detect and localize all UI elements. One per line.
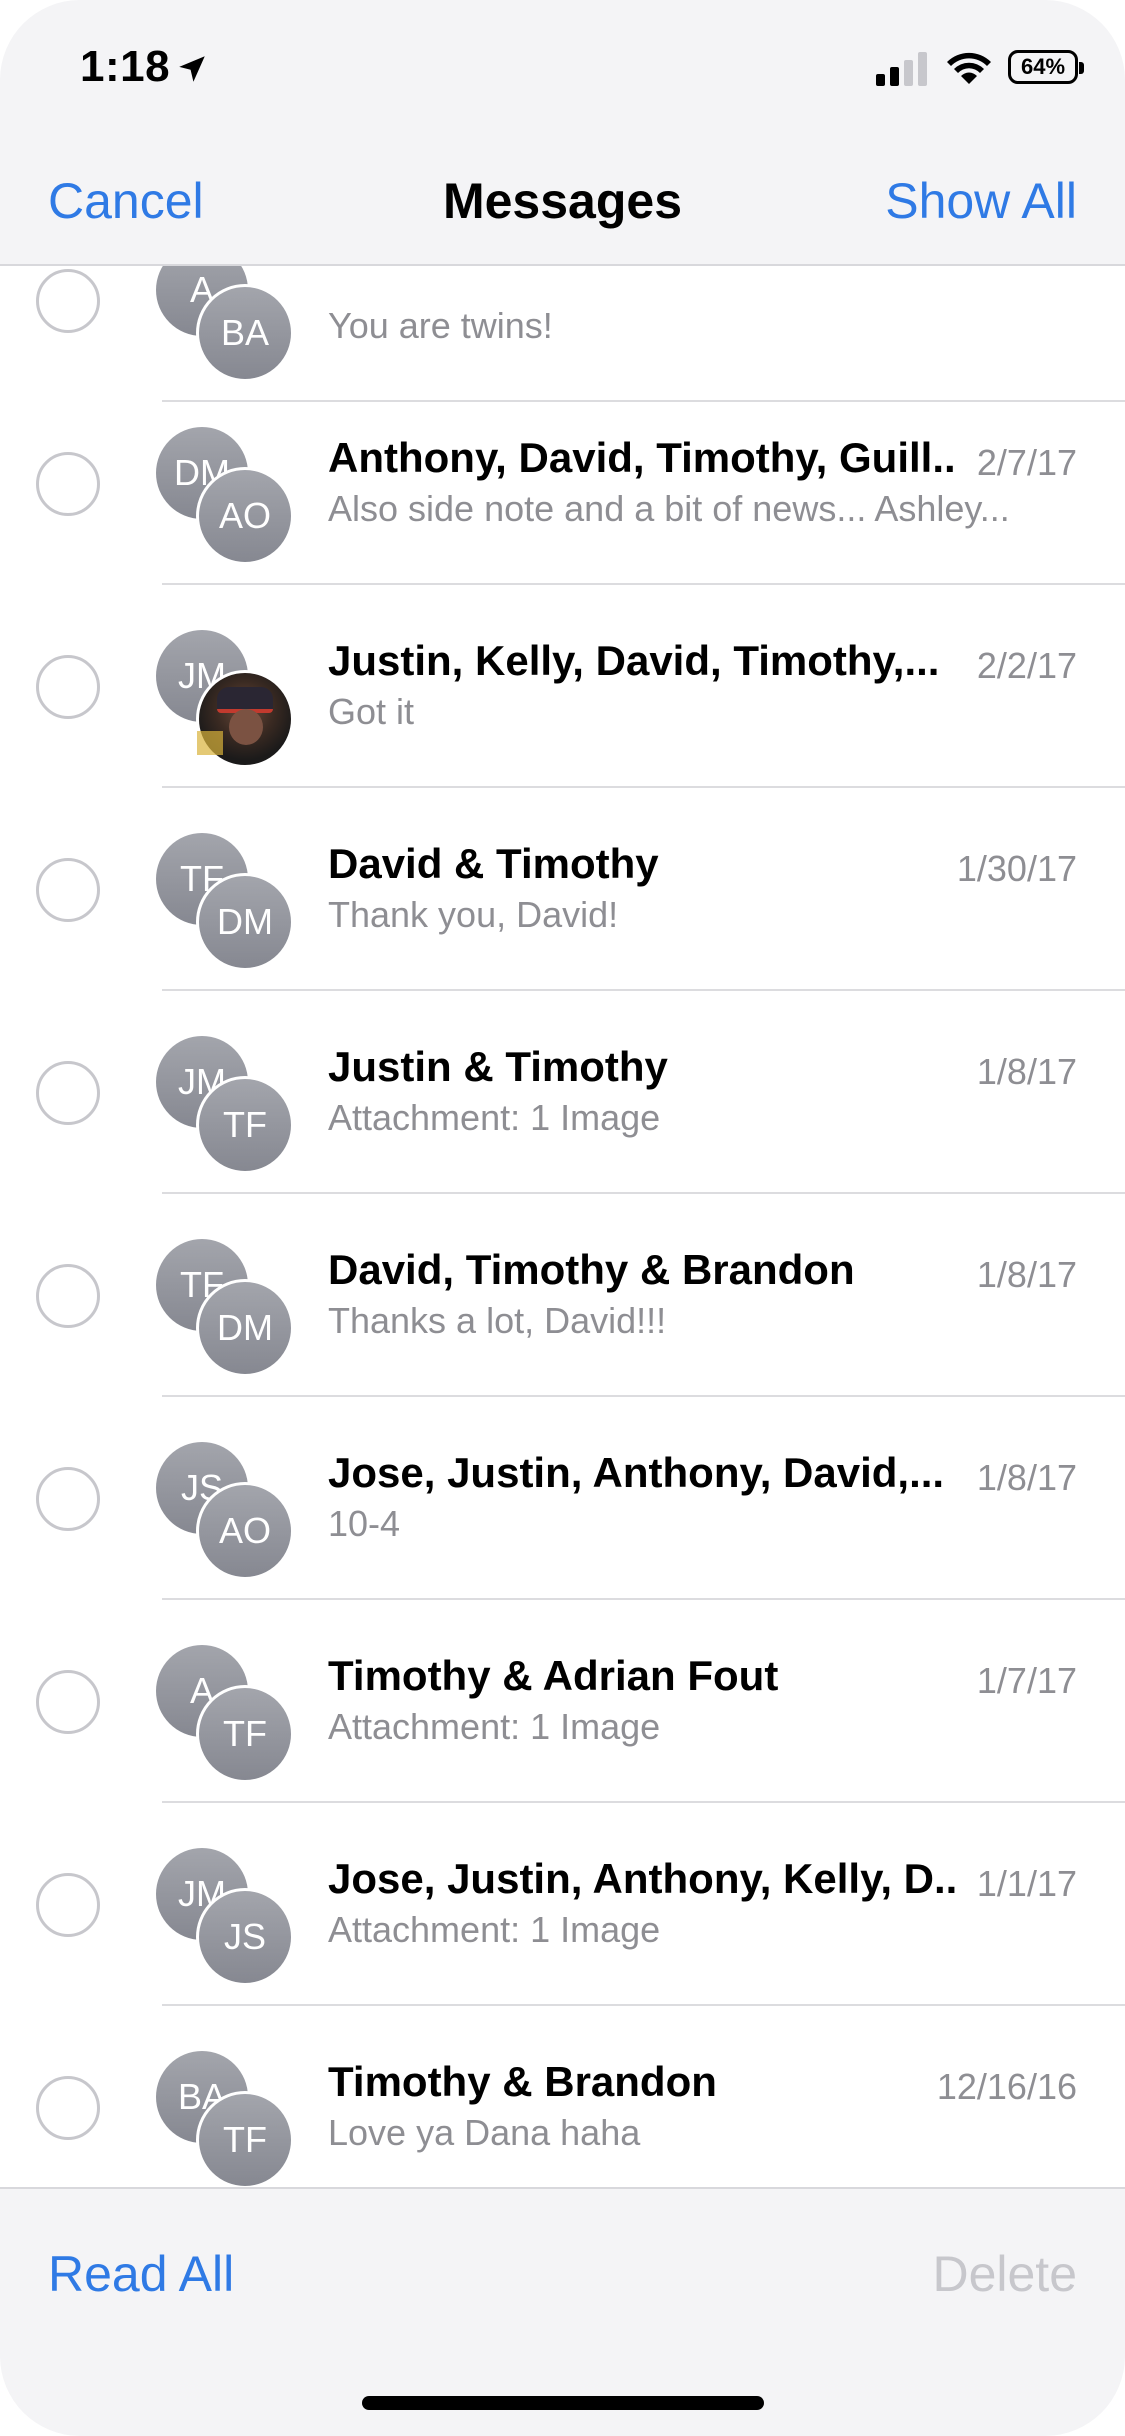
select-radio[interactable] xyxy=(36,1873,100,1937)
conversation-row[interactable]: JS AO Jose, Justin, Anthony, David,... 1… xyxy=(0,1397,1125,1600)
conversation-name: Justin & Timothy xyxy=(328,1043,668,1090)
conversation-row[interactable]: TF DM David, Timothy & Brandon 1/8/17 Th… xyxy=(0,1194,1125,1397)
avatar-front: DM xyxy=(196,1279,294,1377)
battery-icon: 64% xyxy=(1008,50,1084,84)
avatar-photo xyxy=(196,670,294,768)
avatar-front: JS xyxy=(196,1888,294,1986)
avatar-front: BA xyxy=(196,284,294,382)
select-radio[interactable] xyxy=(36,269,100,333)
conversation-row[interactable]: JM Justin, Kelly, David, Timothy,... 2/2… xyxy=(0,585,1125,788)
message-preview: You are twins! xyxy=(328,305,553,346)
avatar-front: AO xyxy=(196,467,294,565)
conversation-date: 12/16/16 xyxy=(936,2066,1077,2107)
select-radio[interactable] xyxy=(36,452,100,516)
conversation-date: 1/1/17 xyxy=(976,1863,1077,1904)
message-preview: 10-4 xyxy=(328,1503,401,1544)
conversation-list[interactable]: A BA You are twins! DM AO Anthony, David… xyxy=(0,265,1125,2187)
top-bar: 1:18 64% Cancel Messages Show All xyxy=(0,0,1125,266)
message-preview: Attachment: 1 Image xyxy=(328,1706,661,1747)
message-preview: Attachment: 1 Image xyxy=(328,1097,661,1138)
message-preview: Got it xyxy=(328,691,415,732)
conversation-name: Jose, Justin, Anthony, David,... xyxy=(328,1449,945,1496)
avatar-front: TF xyxy=(196,2091,294,2187)
conversation-date: 2/2/17 xyxy=(976,645,1077,686)
conversation-row[interactable]: TF DM David & Timothy 1/30/17 Thank you,… xyxy=(0,788,1125,991)
select-radio[interactable] xyxy=(36,1264,100,1328)
cancel-button[interactable]: Cancel xyxy=(48,172,204,230)
screen: 1:18 64% Cancel Messages Show All A BA Y… xyxy=(0,0,1125,2436)
battery-percent: 64% xyxy=(1020,54,1066,79)
conversation-name: Timothy & Adrian Fout xyxy=(328,1652,779,1699)
delete-button[interactable]: Delete xyxy=(932,2245,1077,2303)
conversation-row[interactable]: JM JS Jose, Justin, Anthony, Kelly, D...… xyxy=(0,1803,1125,2006)
select-radio[interactable] xyxy=(36,2076,100,2140)
conversation-row[interactable]: JM TF Justin & Timothy 1/8/17 Attachment… xyxy=(0,991,1125,1194)
conversation-date: 1/8/17 xyxy=(976,1254,1077,1295)
conversation-name: Justin, Kelly, David, Timothy,... xyxy=(328,637,940,684)
read-all-button[interactable]: Read All xyxy=(48,2245,234,2303)
conversation-date: 1/30/17 xyxy=(956,848,1077,889)
select-radio[interactable] xyxy=(36,858,100,922)
conversation-name: Jose, Justin, Anthony, Kelly, D... xyxy=(328,1855,958,1902)
conversation-name: Anthony, David, Timothy, Guill... xyxy=(328,434,958,481)
select-radio[interactable] xyxy=(36,655,100,719)
conversation-row[interactable]: DM AO Anthony, David, Timothy, Guill... … xyxy=(0,382,1125,585)
avatar-front: AO xyxy=(196,1482,294,1580)
conversation-date: 1/7/17 xyxy=(976,1660,1077,1701)
conversation-date: 2/7/17 xyxy=(976,442,1077,483)
message-preview: Also side note and a bit of news... Ashl… xyxy=(328,488,1010,529)
select-radio[interactable] xyxy=(36,1467,100,1531)
conversation-name: David, Timothy & Brandon xyxy=(328,1246,855,1293)
message-preview: Thanks a lot, David!!! xyxy=(328,1300,667,1341)
message-preview: Attachment: 1 Image xyxy=(328,1909,661,1950)
select-radio[interactable] xyxy=(36,1670,100,1734)
cellular-signal-icon xyxy=(876,52,927,86)
location-arrow-icon xyxy=(179,56,205,82)
conversation-name: Timothy & Brandon xyxy=(328,2058,717,2105)
conversation-row[interactable]: A TF Timothy & Adrian Fout 1/7/17 Attach… xyxy=(0,1600,1125,1803)
conversation-name: David & Timothy xyxy=(328,840,659,887)
conversation-date: 1/8/17 xyxy=(976,1457,1077,1498)
avatar-front: DM xyxy=(196,873,294,971)
wifi-icon xyxy=(947,52,991,84)
show-all-button[interactable]: Show All xyxy=(885,172,1077,230)
select-radio[interactable] xyxy=(36,1061,100,1125)
avatar-front: TF xyxy=(196,1685,294,1783)
conversation-row[interactable]: BA TF Timothy & Brandon 12/16/16 Love ya… xyxy=(0,2006,1125,2187)
conversation-date: 1/8/17 xyxy=(976,1051,1077,1092)
avatar-front: TF xyxy=(196,1076,294,1174)
status-time: 1:18 xyxy=(80,42,171,91)
home-indicator[interactable] xyxy=(362,2396,764,2410)
message-preview: Love ya Dana haha xyxy=(328,2112,641,2153)
message-preview: Thank you, David! xyxy=(328,894,619,935)
